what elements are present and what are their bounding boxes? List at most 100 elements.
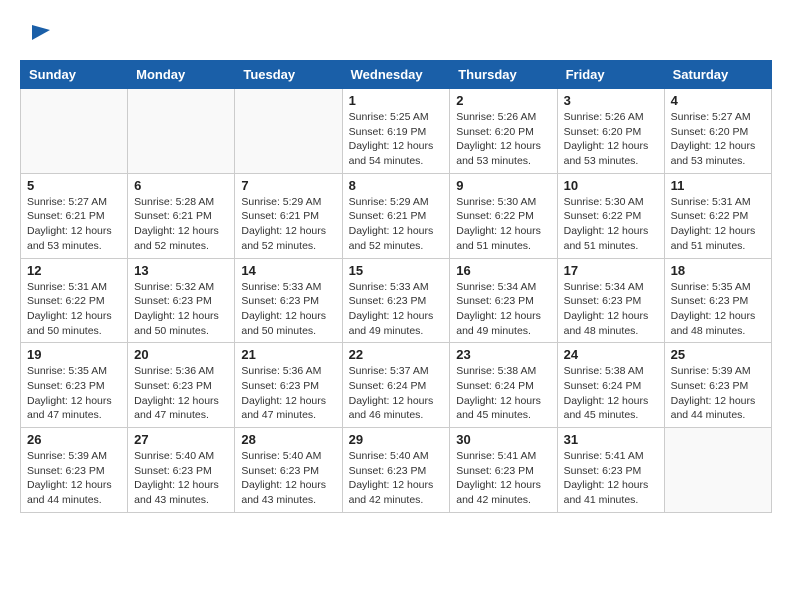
calendar-cell: 7 Sunrise: 5:29 AM Sunset: 6:21 PM Daylig…	[235, 173, 342, 258]
day-info: Sunrise: 5:27 AM Sunset: 6:21 PM Dayligh…	[27, 195, 121, 254]
day-number: 24	[564, 347, 658, 362]
calendar-cell: 8 Sunrise: 5:29 AM Sunset: 6:21 PM Daylig…	[342, 173, 450, 258]
calendar-header-row: SundayMondayTuesdayWednesdayThursdayFrid…	[21, 61, 772, 89]
day-number: 25	[671, 347, 765, 362]
day-info: Sunrise: 5:33 AM Sunset: 6:23 PM Dayligh…	[241, 280, 335, 339]
day-number: 30	[456, 432, 550, 447]
day-number: 15	[349, 263, 444, 278]
day-number: 21	[241, 347, 335, 362]
day-info: Sunrise: 5:31 AM Sunset: 6:22 PM Dayligh…	[671, 195, 765, 254]
day-info: Sunrise: 5:40 AM Sunset: 6:23 PM Dayligh…	[241, 449, 335, 508]
calendar-cell: 20 Sunrise: 5:36 AM Sunset: 6:23 PM Dayli…	[128, 343, 235, 428]
logo-flag-icon	[22, 20, 52, 50]
calendar-cell: 25 Sunrise: 5:39 AM Sunset: 6:23 PM Dayli…	[664, 343, 771, 428]
day-info: Sunrise: 5:32 AM Sunset: 6:23 PM Dayligh…	[134, 280, 228, 339]
calendar-week-row: 5 Sunrise: 5:27 AM Sunset: 6:21 PM Daylig…	[21, 173, 772, 258]
calendar-week-row: 26 Sunrise: 5:39 AM Sunset: 6:23 PM Dayli…	[21, 428, 772, 513]
day-info: Sunrise: 5:26 AM Sunset: 6:20 PM Dayligh…	[456, 110, 550, 169]
calendar-cell: 5 Sunrise: 5:27 AM Sunset: 6:21 PM Daylig…	[21, 173, 128, 258]
calendar-cell: 24 Sunrise: 5:38 AM Sunset: 6:24 PM Dayli…	[557, 343, 664, 428]
day-number: 13	[134, 263, 228, 278]
day-number: 10	[564, 178, 658, 193]
calendar-cell: 26 Sunrise: 5:39 AM Sunset: 6:23 PM Dayli…	[21, 428, 128, 513]
calendar-cell: 12 Sunrise: 5:31 AM Sunset: 6:22 PM Dayli…	[21, 258, 128, 343]
day-info: Sunrise: 5:29 AM Sunset: 6:21 PM Dayligh…	[241, 195, 335, 254]
day-number: 29	[349, 432, 444, 447]
day-info: Sunrise: 5:29 AM Sunset: 6:21 PM Dayligh…	[349, 195, 444, 254]
day-number: 3	[564, 93, 658, 108]
calendar-cell: 18Sunrise: 5:35 AM Sunset: 6:23 PM Dayli…	[664, 258, 771, 343]
calendar-week-row: 19 Sunrise: 5:35 AM Sunset: 6:23 PM Dayli…	[21, 343, 772, 428]
day-number: 4	[671, 93, 765, 108]
calendar-cell: 6Sunrise: 5:28 AM Sunset: 6:21 PM Daylig…	[128, 173, 235, 258]
day-number: 5	[27, 178, 121, 193]
day-number: 9	[456, 178, 550, 193]
weekday-header-friday: Friday	[557, 61, 664, 89]
calendar-cell: 17 Sunrise: 5:34 AM Sunset: 6:23 PM Dayli…	[557, 258, 664, 343]
day-number: 11	[671, 178, 765, 193]
day-info: Sunrise: 5:34 AM Sunset: 6:23 PM Dayligh…	[456, 280, 550, 339]
day-number: 16	[456, 263, 550, 278]
calendar-cell: 21 Sunrise: 5:36 AM Sunset: 6:23 PM Dayli…	[235, 343, 342, 428]
day-info: Sunrise: 5:33 AM Sunset: 6:23 PM Dayligh…	[349, 280, 444, 339]
page-header	[20, 20, 772, 50]
calendar-week-row: 1 Sunrise: 5:25 AM Sunset: 6:19 PM Daylig…	[21, 89, 772, 174]
calendar-cell: 10Sunrise: 5:30 AM Sunset: 6:22 PM Dayli…	[557, 173, 664, 258]
calendar-cell: 9Sunrise: 5:30 AM Sunset: 6:22 PM Daylig…	[450, 173, 557, 258]
calendar-cell	[235, 89, 342, 174]
calendar-cell: 13 Sunrise: 5:32 AM Sunset: 6:23 PM Dayli…	[128, 258, 235, 343]
day-info: Sunrise: 5:40 AM Sunset: 6:23 PM Dayligh…	[349, 449, 444, 508]
calendar-cell: 28 Sunrise: 5:40 AM Sunset: 6:23 PM Dayli…	[235, 428, 342, 513]
weekday-header-sunday: Sunday	[21, 61, 128, 89]
day-info: Sunrise: 5:36 AM Sunset: 6:23 PM Dayligh…	[134, 364, 228, 423]
day-info: Sunrise: 5:28 AM Sunset: 6:21 PM Dayligh…	[134, 195, 228, 254]
day-number: 27	[134, 432, 228, 447]
day-info: Sunrise: 5:35 AM Sunset: 6:23 PM Dayligh…	[27, 364, 121, 423]
day-info: Sunrise: 5:41 AM Sunset: 6:23 PM Dayligh…	[564, 449, 658, 508]
calendar-cell: 31 Sunrise: 5:41 AM Sunset: 6:23 PM Dayli…	[557, 428, 664, 513]
calendar-cell: 19 Sunrise: 5:35 AM Sunset: 6:23 PM Dayli…	[21, 343, 128, 428]
day-info: Sunrise: 5:39 AM Sunset: 6:23 PM Dayligh…	[671, 364, 765, 423]
day-info: Sunrise: 5:39 AM Sunset: 6:23 PM Dayligh…	[27, 449, 121, 508]
day-number: 19	[27, 347, 121, 362]
day-info: Sunrise: 5:40 AM Sunset: 6:23 PM Dayligh…	[134, 449, 228, 508]
day-info: Sunrise: 5:27 AM Sunset: 6:20 PM Dayligh…	[671, 110, 765, 169]
day-number: 1	[349, 93, 444, 108]
day-info: Sunrise: 5:38 AM Sunset: 6:24 PM Dayligh…	[456, 364, 550, 423]
calendar-cell: 27 Sunrise: 5:40 AM Sunset: 6:23 PM Dayli…	[128, 428, 235, 513]
day-info: Sunrise: 5:26 AM Sunset: 6:20 PM Dayligh…	[564, 110, 658, 169]
day-number: 22	[349, 347, 444, 362]
calendar-cell: 16 Sunrise: 5:34 AM Sunset: 6:23 PM Dayli…	[450, 258, 557, 343]
calendar-cell	[664, 428, 771, 513]
day-number: 20	[134, 347, 228, 362]
calendar-cell: 15 Sunrise: 5:33 AM Sunset: 6:23 PM Dayli…	[342, 258, 450, 343]
day-number: 7	[241, 178, 335, 193]
calendar-cell: 3 Sunrise: 5:26 AM Sunset: 6:20 PM Daylig…	[557, 89, 664, 174]
weekday-header-monday: Monday	[128, 61, 235, 89]
day-info: Sunrise: 5:36 AM Sunset: 6:23 PM Dayligh…	[241, 364, 335, 423]
day-number: 8	[349, 178, 444, 193]
day-number: 17	[564, 263, 658, 278]
weekday-header-wednesday: Wednesday	[342, 61, 450, 89]
day-number: 2	[456, 93, 550, 108]
day-info: Sunrise: 5:41 AM Sunset: 6:23 PM Dayligh…	[456, 449, 550, 508]
calendar-cell: 22 Sunrise: 5:37 AM Sunset: 6:24 PM Dayli…	[342, 343, 450, 428]
day-number: 28	[241, 432, 335, 447]
calendar-cell: 14Sunrise: 5:33 AM Sunset: 6:23 PM Dayli…	[235, 258, 342, 343]
day-info: Sunrise: 5:37 AM Sunset: 6:24 PM Dayligh…	[349, 364, 444, 423]
calendar-cell	[128, 89, 235, 174]
weekday-header-tuesday: Tuesday	[235, 61, 342, 89]
logo	[20, 20, 52, 50]
calendar-cell: 2 Sunrise: 5:26 AM Sunset: 6:20 PM Daylig…	[450, 89, 557, 174]
day-info: Sunrise: 5:35 AM Sunset: 6:23 PM Dayligh…	[671, 280, 765, 339]
calendar-week-row: 12 Sunrise: 5:31 AM Sunset: 6:22 PM Dayli…	[21, 258, 772, 343]
day-info: Sunrise: 5:25 AM Sunset: 6:19 PM Dayligh…	[349, 110, 444, 169]
day-info: Sunrise: 5:38 AM Sunset: 6:24 PM Dayligh…	[564, 364, 658, 423]
day-number: 31	[564, 432, 658, 447]
weekday-header-saturday: Saturday	[664, 61, 771, 89]
day-number: 26	[27, 432, 121, 447]
day-number: 12	[27, 263, 121, 278]
day-info: Sunrise: 5:31 AM Sunset: 6:22 PM Dayligh…	[27, 280, 121, 339]
day-number: 23	[456, 347, 550, 362]
day-info: Sunrise: 5:34 AM Sunset: 6:23 PM Dayligh…	[564, 280, 658, 339]
